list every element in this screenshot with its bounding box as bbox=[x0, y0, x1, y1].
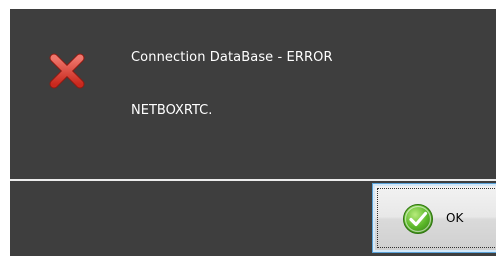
ok-button-label: OK bbox=[446, 211, 464, 225]
button-bar: OK bbox=[10, 181, 496, 256]
focus-ring bbox=[377, 188, 496, 248]
message-area: Connection DataBase - ERROR NETBOXRTC. bbox=[10, 9, 496, 179]
ok-button[interactable]: OK bbox=[372, 183, 496, 253]
message-detail: NETBOXRTC. bbox=[131, 103, 213, 118]
error-x-icon bbox=[49, 53, 85, 89]
message-title: Connection DataBase - ERROR bbox=[131, 50, 333, 65]
error-dialog: Connection DataBase - ERROR NETBOXRTC. O… bbox=[10, 9, 496, 256]
green-check-icon bbox=[402, 203, 434, 235]
